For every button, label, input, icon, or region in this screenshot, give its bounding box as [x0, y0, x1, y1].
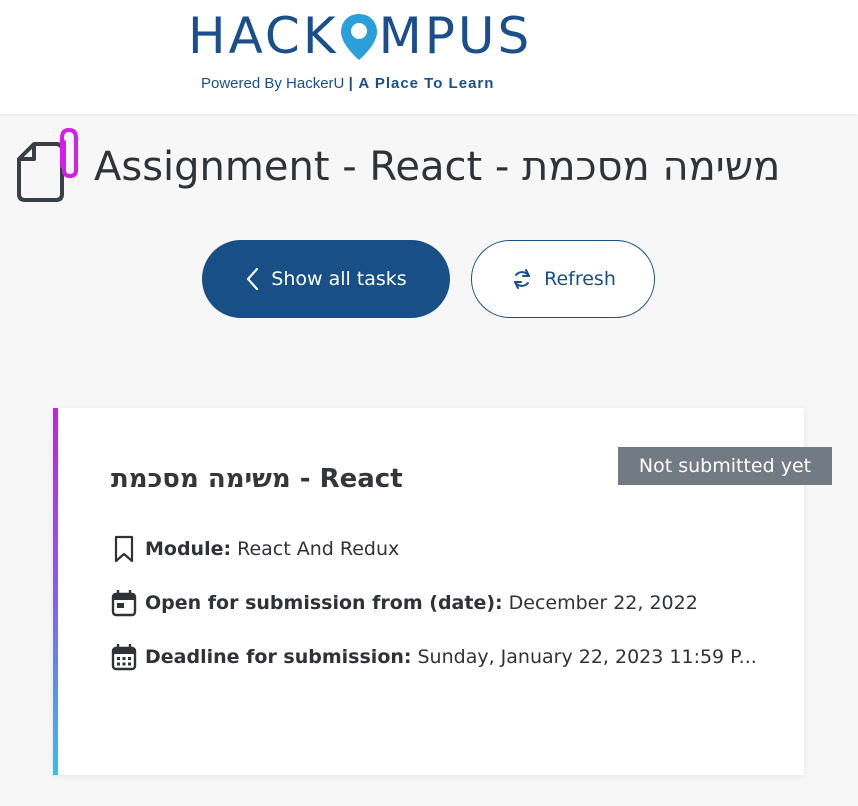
- location-pin-icon: [340, 14, 377, 60]
- calendar-grid-icon: [111, 644, 137, 671]
- refresh-icon: [514, 269, 531, 289]
- hackampus-logo[interactable]: HACK MPUS: [188, 6, 532, 66]
- assignment-card[interactable]: Not submitted yet משימה מסכמת - React Mo…: [53, 408, 832, 775]
- status-badge: Not submitted yet: [618, 447, 832, 485]
- refresh-button[interactable]: Refresh: [471, 240, 655, 318]
- page-header: Assignment - React - משימה מסכמת: [16, 126, 846, 206]
- site-header: HACK MPUS Powered By HackerU | A Place T…: [0, 0, 858, 114]
- calendar-icon: [111, 590, 137, 617]
- open-date-label: Open for submission from (date):: [145, 592, 503, 614]
- deadline-value: Sunday, January 22, 2023 11:59 P...: [417, 646, 757, 668]
- show-all-tasks-button[interactable]: Show all tasks: [202, 240, 450, 318]
- card-accent-bar: [53, 408, 58, 775]
- deadline-row: Deadline for submission: Sunday, January…: [111, 642, 757, 672]
- chevron-left-icon: [247, 267, 259, 291]
- open-date-row: Open for submission from (date): Decembe…: [111, 588, 698, 618]
- module-label: Module:: [145, 538, 232, 560]
- open-date-value: December 22, 2022: [508, 592, 698, 614]
- bookmark-icon: [114, 535, 134, 563]
- page-title: Assignment - React - משימה מסכמת: [94, 144, 781, 190]
- assignment-title: משימה מסכמת - React: [111, 464, 403, 494]
- module-row: Module: React And Redux: [111, 534, 399, 564]
- module-value: React And Redux: [237, 538, 400, 560]
- logo-tagline: Powered By HackerU | A Place To Learn: [201, 75, 495, 92]
- deadline-label: Deadline for submission:: [145, 646, 412, 668]
- attachment-document-icon: [17, 127, 78, 202]
